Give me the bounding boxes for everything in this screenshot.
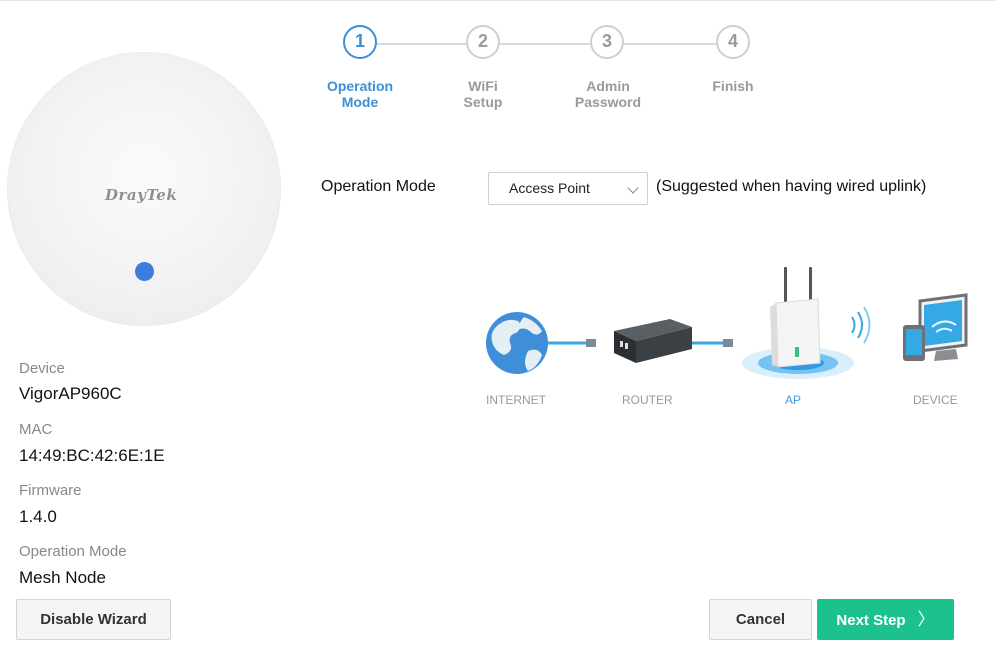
step-4-label: Finish	[678, 78, 788, 94]
devices-icon	[903, 293, 968, 361]
operation-mode-hint: (Suggested when having wired uplink)	[656, 178, 927, 195]
draytek-logo: DrayTek	[105, 186, 178, 204]
network-diagram	[486, 267, 968, 379]
access-point-icon	[742, 267, 854, 379]
operation-mode-info-value: Mesh Node	[19, 568, 106, 587]
top-divider	[0, 0, 996, 1]
globe-icon	[486, 312, 548, 374]
step-4-label-line1: Finish	[712, 78, 754, 94]
mac-label: MAC	[19, 421, 53, 438]
device-value: VigorAP960C	[19, 384, 122, 403]
status-led	[135, 262, 154, 281]
step-1-circle: 1	[343, 25, 377, 59]
diagram-label-device: DEVICE	[913, 393, 958, 407]
plug-icon	[586, 339, 596, 347]
step-2-label: WiFi Setup	[428, 78, 538, 110]
mac-value: 14:49:BC:42:6E:1E	[19, 446, 165, 465]
step-4-circle: 4	[716, 25, 750, 59]
step-1-label-line2: Mode	[341, 94, 379, 110]
firmware-value: 1.4.0	[19, 507, 57, 526]
step-3-circle: 3	[590, 25, 624, 59]
step-connector	[624, 43, 716, 45]
operation-mode-selected-value: Access Point	[509, 180, 590, 196]
step-connector	[500, 43, 590, 45]
firmware-label: Firmware	[19, 482, 82, 499]
plug-icon	[723, 339, 733, 347]
step-3-label: Admin Password	[553, 78, 663, 110]
step-3-label-line1: Admin	[586, 78, 630, 94]
diagram-label-ap: AP	[785, 393, 802, 407]
chevron-right-icon: 〉	[917, 610, 935, 629]
step-2-label-line1: WiFi	[468, 78, 498, 94]
next-step-button[interactable]: Next Step 〉	[817, 599, 954, 640]
operation-mode-label: Operation Mode	[321, 178, 436, 195]
diagram-label-internet: INTERNET	[486, 393, 546, 407]
device-label: Device	[19, 360, 65, 377]
router-icon	[614, 319, 692, 363]
step-2-circle: 2	[466, 25, 500, 59]
next-step-label: Next Step	[836, 612, 906, 629]
operation-mode-info-label: Operation Mode	[19, 543, 127, 560]
step-connector	[376, 43, 466, 45]
step-3-label-line2: Password	[574, 94, 642, 110]
diagram-label-router: ROUTER	[622, 393, 673, 407]
cancel-button[interactable]: Cancel	[709, 599, 812, 640]
wifi-waves-icon	[851, 306, 871, 344]
step-1-label: Operation Mode	[305, 78, 415, 110]
chevron-down-icon	[627, 182, 639, 194]
disable-wizard-button[interactable]: Disable Wizard	[16, 599, 171, 640]
operation-mode-select[interactable]: Access Point	[488, 172, 648, 205]
step-1-label-line1: Operation	[326, 78, 394, 94]
step-2-label-line2: Setup	[463, 94, 503, 110]
